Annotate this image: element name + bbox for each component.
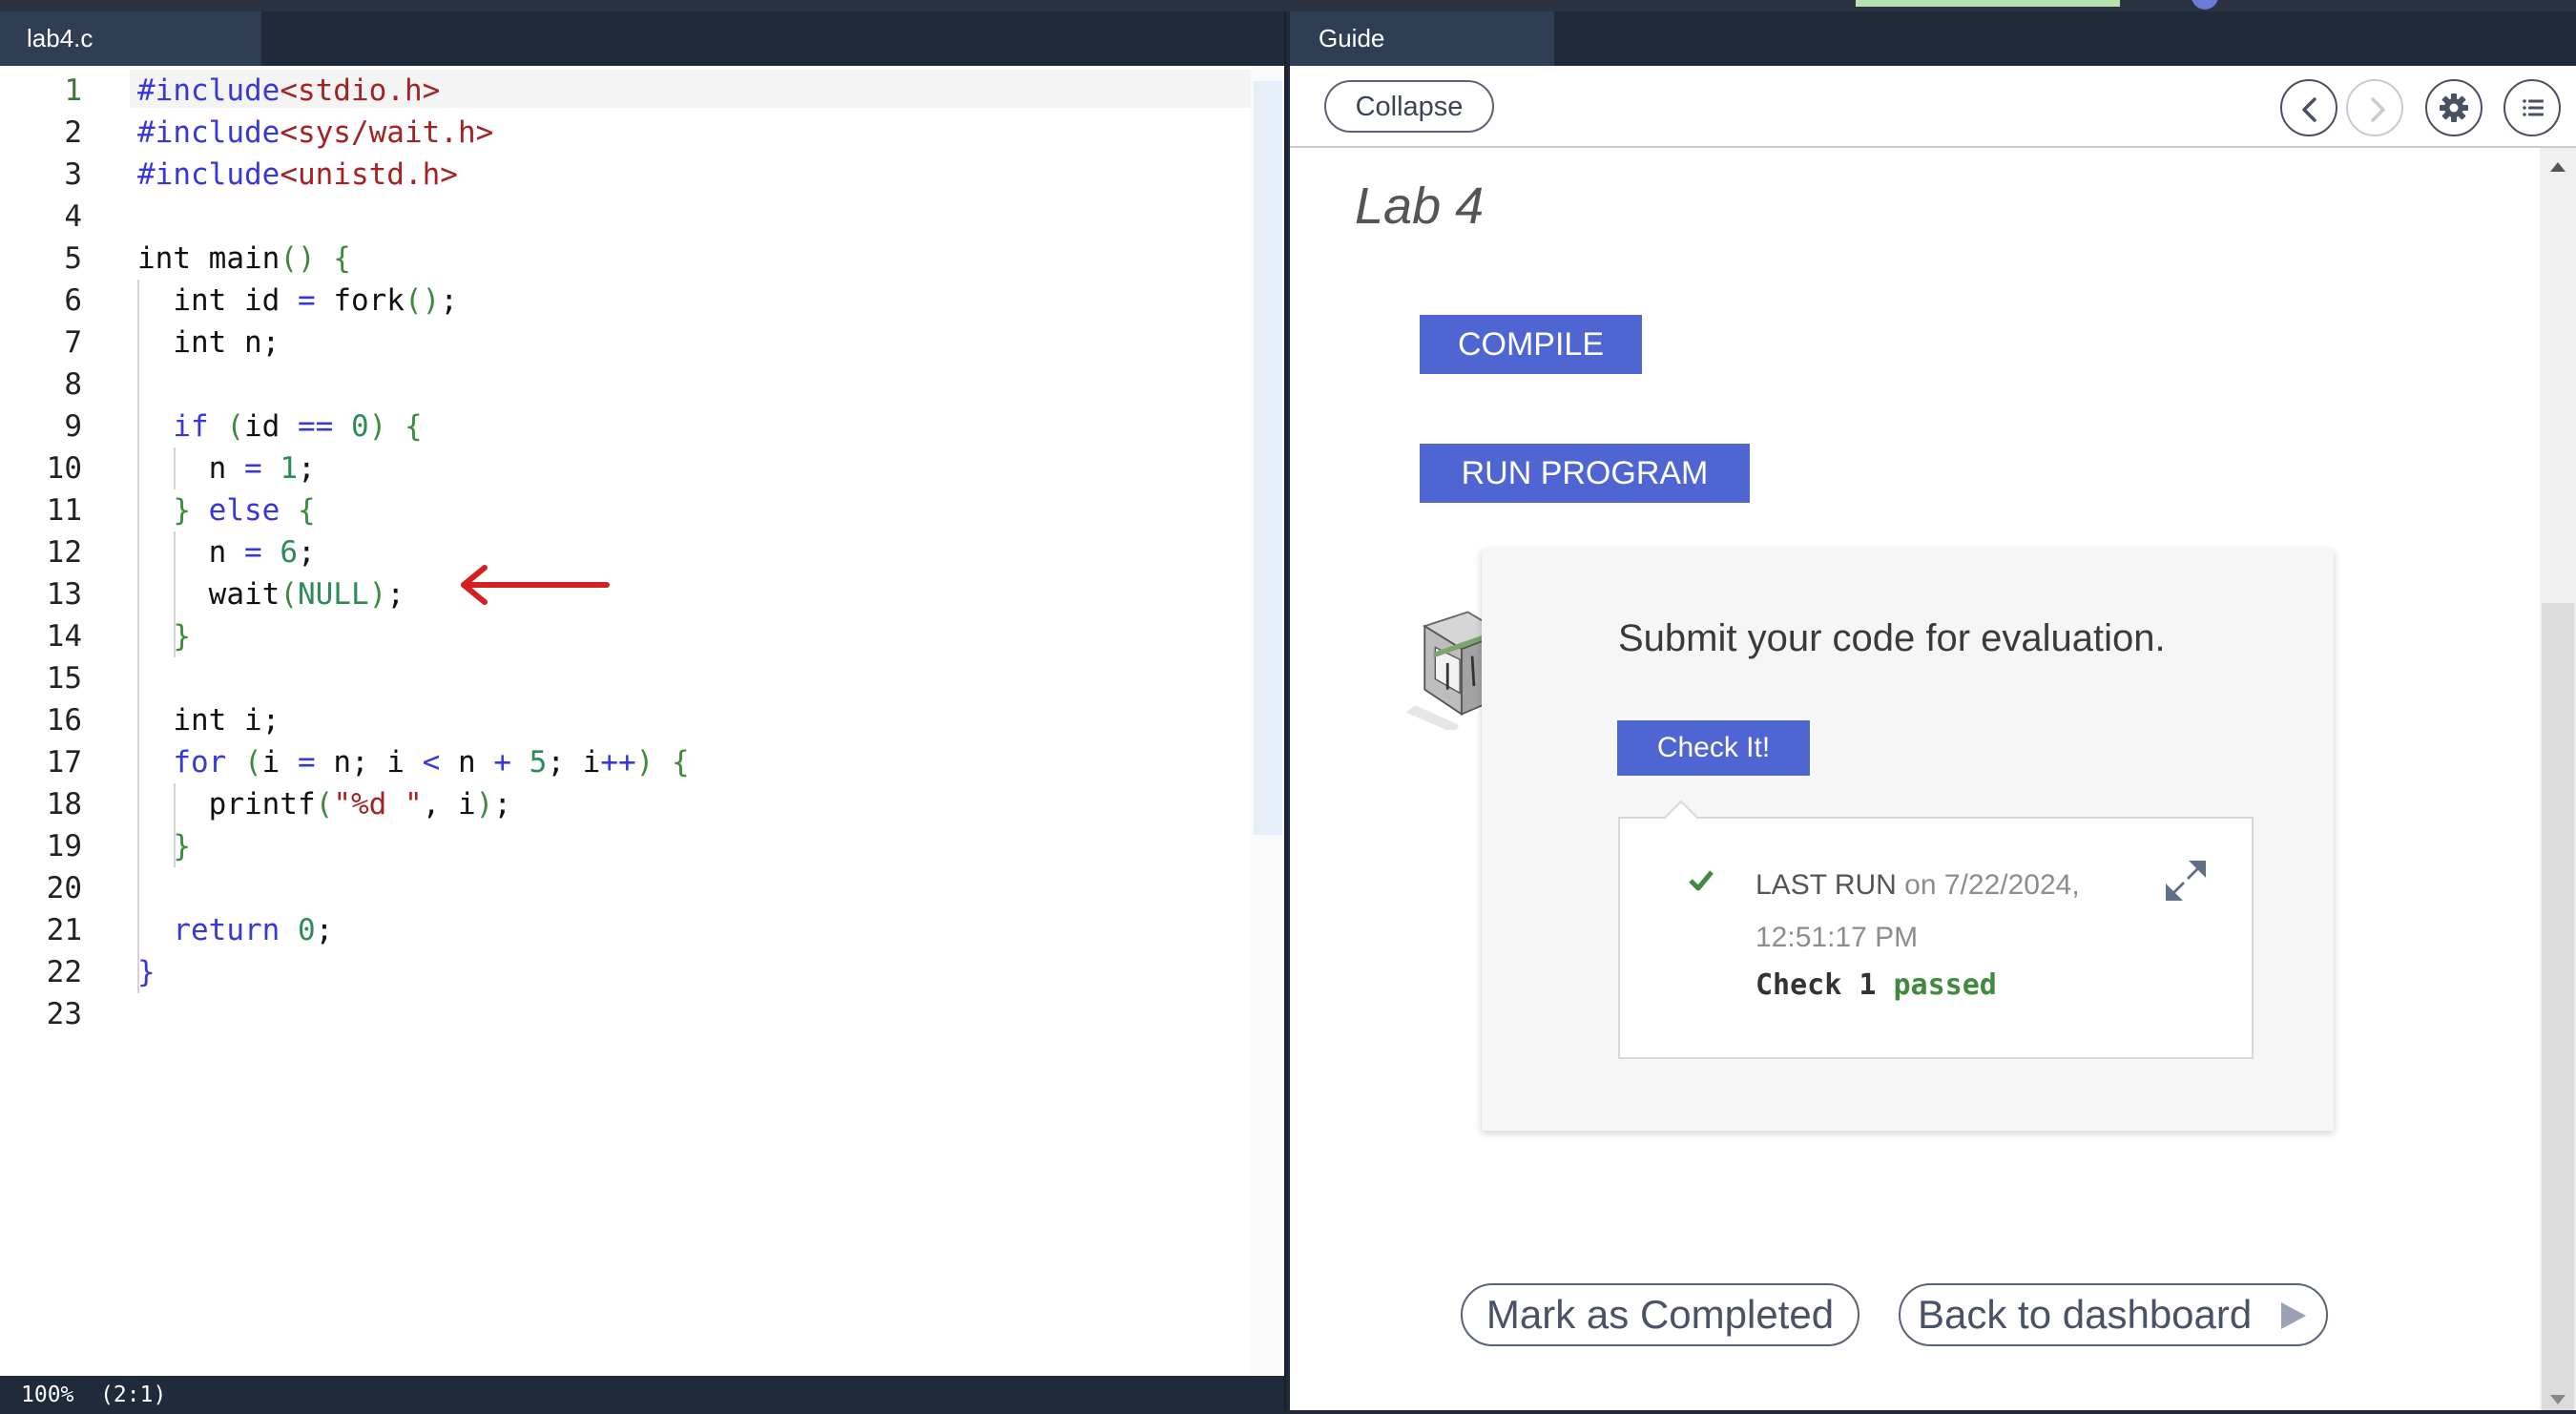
guide-content: Lab 4 COMPILE RUN PROGRAM Submit your co… bbox=[1290, 148, 2540, 1410]
submit-text: Submit your code for evaluation. bbox=[1618, 617, 2166, 659]
gear-icon bbox=[2440, 94, 2468, 122]
code-text: int n; bbox=[137, 325, 280, 360]
code-text: } else { bbox=[137, 493, 316, 528]
code-text: #include<sys/wait.h> bbox=[137, 115, 494, 150]
compile-button[interactable]: COMPILE bbox=[1420, 315, 1642, 374]
editor-pane: lab4.c 1 #include<stdio.h> 2 #include<sys/w… bbox=[0, 11, 1286, 1410]
line-number: 5 bbox=[64, 241, 82, 276]
line-number: 1 bbox=[64, 73, 82, 108]
line-number: 15 bbox=[46, 661, 82, 696]
indent-guide bbox=[174, 783, 176, 867]
run-program-button[interactable]: RUN PROGRAM bbox=[1420, 444, 1750, 503]
line-number: 12 bbox=[46, 535, 82, 570]
code-text: return 0; bbox=[137, 913, 334, 947]
code-text: printf("%d ", i); bbox=[137, 787, 511, 821]
line-number: 19 bbox=[46, 829, 82, 863]
line-number: 13 bbox=[46, 577, 82, 612]
line-number: 22 bbox=[46, 955, 82, 989]
chevron-right-icon bbox=[2371, 97, 2385, 122]
red-arrow-icon bbox=[461, 565, 610, 605]
check-card: Submit your code for evaluation. Check I… bbox=[1482, 549, 2334, 1131]
line-number: 9 bbox=[64, 409, 82, 444]
last-run-result: LAST RUN on 7/22/2024, 12:51:17 PM Check… bbox=[1618, 800, 2254, 1059]
list-icon bbox=[2523, 99, 2544, 116]
line-number: 10 bbox=[46, 451, 82, 486]
code-text: } bbox=[137, 829, 191, 863]
check-it-button[interactable]: Check It! bbox=[1617, 720, 1810, 776]
guide-scroll-thumb[interactable] bbox=[2542, 603, 2574, 1410]
indent-guide bbox=[174, 531, 176, 657]
guide-tabbar: Guide bbox=[1290, 11, 2576, 66]
collapse-button[interactable]: Collapse bbox=[1324, 80, 1494, 133]
prev-page-button[interactable] bbox=[2280, 79, 2337, 136]
line-number: 6 bbox=[64, 283, 82, 318]
line-number: 16 bbox=[46, 703, 82, 738]
line-number: 4 bbox=[64, 199, 82, 234]
expand-icon[interactable] bbox=[2164, 859, 2208, 903]
editor-statusbar: 100% (2:1) bbox=[0, 1376, 1284, 1410]
check-result-status: passed bbox=[1893, 968, 1997, 1002]
code-text: n = 6; bbox=[137, 535, 316, 570]
top-strip bbox=[0, 0, 2576, 11]
back-to-dashboard-label: Back to dashboard bbox=[1918, 1292, 2253, 1337]
editor-scroll-thumb[interactable] bbox=[1254, 81, 1282, 835]
mark-completed-button[interactable]: Mark as Completed bbox=[1461, 1283, 1859, 1346]
line-number: 17 bbox=[46, 745, 82, 780]
line-number: 3 bbox=[64, 157, 82, 192]
guide-toolbar: Collapse bbox=[1290, 66, 2576, 148]
last-run-label: LAST RUN bbox=[1755, 869, 1897, 901]
indent-guide bbox=[137, 280, 139, 993]
line-number: 21 bbox=[46, 913, 82, 947]
back-to-dashboard-button[interactable]: Back to dashboard bbox=[1899, 1283, 2328, 1346]
guide-pane: Guide Collapse Lab 4 COMPILE RUN PROGRAM… bbox=[1290, 11, 2576, 1410]
check-result-prefix: Check 1 bbox=[1755, 968, 1894, 1002]
check-result: Check 1 passed bbox=[1755, 968, 1997, 1002]
chevron-left-icon bbox=[2302, 97, 2316, 122]
line-number: 11 bbox=[46, 493, 82, 528]
code-text: int main() { bbox=[137, 241, 351, 276]
play-arrow-icon bbox=[2281, 1302, 2306, 1329]
code-text: #include<stdio.h> bbox=[137, 73, 441, 108]
indent-guide bbox=[174, 447, 176, 489]
line-number: 14 bbox=[46, 619, 82, 654]
page-title: Lab 4 bbox=[1355, 177, 1485, 235]
line-number: 23 bbox=[46, 997, 82, 1031]
line-number: 20 bbox=[46, 871, 82, 905]
code-text: wait(NULL); bbox=[137, 577, 405, 612]
code-area[interactable]: 1 #include<stdio.h> 2 #include<sys/wait.h> 3… bbox=[0, 66, 1284, 1383]
code-text: #include<unistd.h> bbox=[137, 157, 458, 192]
scroll-down-icon[interactable] bbox=[2550, 1395, 2566, 1404]
code-text: } bbox=[137, 619, 191, 654]
top-status-bar bbox=[1856, 0, 2120, 7]
code-text: if (id == 0) { bbox=[137, 409, 423, 444]
editor-tabbar: lab4.c bbox=[0, 11, 1284, 66]
code-text: int i; bbox=[137, 703, 280, 738]
checkmark-icon bbox=[1689, 870, 1714, 891]
last-run-time: 12:51:17 PM bbox=[1755, 922, 1919, 953]
line-number: 7 bbox=[64, 325, 82, 360]
line-number: 8 bbox=[64, 367, 82, 402]
last-run-date: on 7/22/2024, bbox=[1904, 869, 2080, 901]
result-notch bbox=[1663, 800, 1699, 836]
line-number: 18 bbox=[46, 787, 82, 821]
contents-button[interactable] bbox=[2503, 79, 2561, 136]
last-run-info: LAST RUN on 7/22/2024, 12:51:17 PM bbox=[1755, 859, 2118, 964]
code-text: int id = fork(); bbox=[137, 283, 458, 318]
user-avatar[interactable] bbox=[2192, 0, 2218, 10]
code-text: } bbox=[137, 955, 156, 989]
settings-button[interactable] bbox=[2425, 79, 2483, 136]
line-number: 2 bbox=[64, 115, 82, 150]
guide-tab[interactable]: Guide bbox=[1290, 11, 1554, 66]
scroll-up-icon[interactable] bbox=[2550, 162, 2566, 172]
editor-tab[interactable]: lab4.c bbox=[0, 11, 261, 66]
code-text: n = 1; bbox=[137, 451, 316, 486]
next-page-button[interactable] bbox=[2346, 79, 2403, 136]
code-text: for (i = n; i < n + 5; i++) { bbox=[137, 745, 690, 780]
